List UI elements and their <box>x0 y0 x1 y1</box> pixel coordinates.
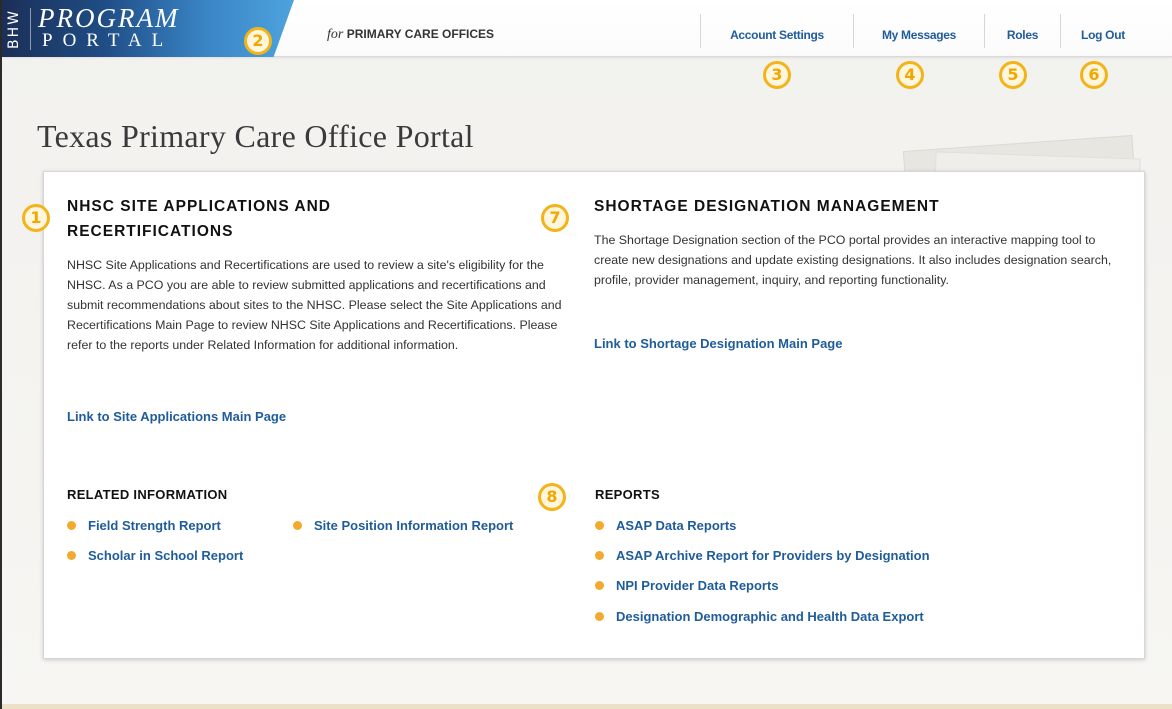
related-link-label: Site Position Information Report <box>314 518 514 533</box>
callout-badge-1: 1 <box>22 204 50 232</box>
logo-divider <box>30 8 31 50</box>
logo-agency: BHW <box>6 9 22 49</box>
bullet-icon <box>595 581 604 590</box>
tagline-for: for <box>327 27 344 42</box>
account-settings-link[interactable]: Account Settings <box>701 14 853 42</box>
report-link-label: ASAP Data Reports <box>616 518 737 533</box>
report-link-asap-archive[interactable]: ASAP Archive Report for Providers by Des… <box>594 548 930 563</box>
shortage-description: The Shortage Designation section of the … <box>594 233 1112 287</box>
callout-badge-2: 2 <box>244 27 272 55</box>
site-applications-link[interactable]: Link to Site Applications Main Page <box>67 409 286 424</box>
report-link-designation-demographic[interactable]: Designation Demographic and Health Data … <box>594 609 924 624</box>
footer-divider <box>2 704 1172 709</box>
my-messages-link[interactable]: My Messages <box>854 14 984 42</box>
shortage-heading: SHORTAGE DESIGNATION MANAGEMENT <box>594 198 940 215</box>
related-link-site-position[interactable]: Site Position Information Report <box>292 518 513 533</box>
nav-account-settings: Account Settings <box>700 14 853 48</box>
nav-log-out: Log Out <box>1060 14 1145 48</box>
nhsc-heading-line2: RECERTIFICATIONS <box>67 223 234 240</box>
tagline-org: PRIMARY CARE OFFICES <box>346 27 495 41</box>
related-link-label: Field Strength Report <box>88 518 221 533</box>
report-link-label: ASAP Archive Report for Providers by Des… <box>616 548 930 563</box>
report-link-npi-provider[interactable]: NPI Provider Data Reports <box>594 578 779 593</box>
nav-my-messages: My Messages <box>853 14 984 48</box>
callout-badge-4: 4 <box>896 61 924 89</box>
page-title: Texas Primary Care Office Portal <box>37 118 474 154</box>
nhsc-heading: NHSC SITE APPLICATIONS AND RECERTIFICATI… <box>67 194 331 244</box>
bullet-icon <box>67 551 76 560</box>
report-link-label: Designation Demographic and Health Data … <box>616 609 924 624</box>
logo-portal: PORTAL <box>42 30 174 51</box>
bullet-icon <box>595 551 604 560</box>
callout-badge-5: 5 <box>999 61 1027 89</box>
bullet-icon <box>67 521 76 530</box>
related-link-label: Scholar in School Report <box>88 548 244 563</box>
nhsc-heading-line1: NHSC SITE APPLICATIONS AND <box>67 198 331 215</box>
report-link-label: NPI Provider Data Reports <box>616 578 779 593</box>
shortage-designation-link[interactable]: Link to Shortage Designation Main Page <box>594 336 842 351</box>
callout-badge-3: 3 <box>763 61 791 89</box>
callout-badge-7: 7 <box>541 204 569 232</box>
roles-link[interactable]: Roles <box>985 14 1060 42</box>
header-tagline: for PRIMARY CARE OFFICES <box>327 27 494 43</box>
callout-badge-8: 8 <box>538 483 566 511</box>
report-link-asap-data[interactable]: ASAP Data Reports <box>594 518 736 533</box>
top-header: BHW PROGRAM PORTAL for PRIMARY CARE OFFI… <box>2 0 1172 57</box>
related-link-field-strength[interactable]: Field Strength Report <box>66 518 221 533</box>
nav-roles: Roles <box>984 14 1060 48</box>
reports-heading: REPORTS <box>595 487 660 502</box>
bullet-icon <box>595 521 604 530</box>
bullet-icon <box>293 521 302 530</box>
related-information-heading: RELATED INFORMATION <box>67 487 228 502</box>
log-out-link[interactable]: Log Out <box>1061 14 1145 42</box>
related-link-scholar-in-school[interactable]: Scholar in School Report <box>66 548 243 563</box>
nhsc-description: NHSC Site Applications and Recertificati… <box>67 258 562 352</box>
bullet-icon <box>595 612 604 621</box>
callout-badge-6: 6 <box>1080 61 1108 89</box>
